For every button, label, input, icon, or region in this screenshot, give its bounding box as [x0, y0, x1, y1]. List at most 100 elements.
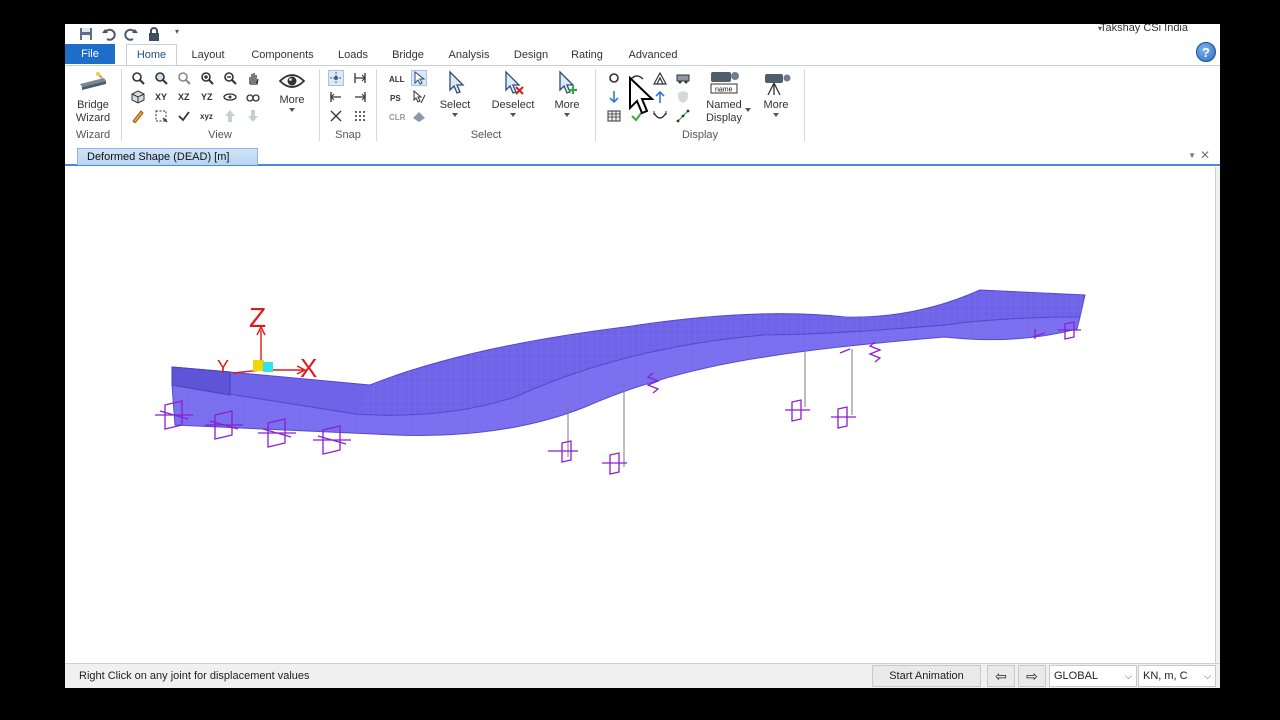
view-more-button[interactable]: More [272, 71, 312, 112]
bridge-wizard-label-2: Wizard [75, 112, 111, 124]
help-icon[interactable]: ? [1196, 42, 1216, 62]
perspective-icon[interactable] [245, 89, 261, 105]
rotate-3d-icon[interactable] [222, 89, 238, 105]
select-group: ALL PS CLR Select Deselect More Select [377, 66, 595, 143]
select-add-pointer-icon [559, 70, 577, 94]
redo-icon[interactable] [124, 27, 138, 41]
named-display-tag: name [715, 87, 733, 94]
camera-icon [765, 74, 791, 96]
snap-points-icon[interactable] [328, 70, 344, 86]
zoom-out-icon[interactable] [222, 70, 238, 86]
previous-selection-button[interactable]: PS [390, 94, 401, 103]
shield-icon[interactable] [675, 89, 691, 105]
chevron-down-icon: ⌵ [1125, 671, 1132, 681]
tab-list-chevron-icon[interactable]: ▼ [1188, 151, 1196, 160]
select-pointer-icon [449, 70, 465, 94]
zoom-extents-icon[interactable] [153, 70, 169, 86]
select-all-button[interactable]: ALL [389, 75, 405, 84]
tab-rating[interactable]: Rating [567, 47, 607, 65]
next-step-button[interactable]: ⇨ [1018, 665, 1046, 687]
tab-file[interactable]: File [65, 44, 115, 64]
eye-icon [278, 74, 306, 88]
select-label: Select [439, 99, 471, 111]
coordinate-system-select[interactable]: GLOBAL ⌵ [1049, 665, 1137, 687]
save-icon[interactable] [79, 27, 93, 41]
tables-icon[interactable] [606, 108, 622, 124]
move-up-icon[interactable] [222, 108, 238, 124]
snap-grid-icon[interactable] [352, 108, 368, 124]
undo-icon[interactable] [102, 27, 116, 41]
pointer-icon[interactable] [411, 70, 427, 86]
zoom-window-icon[interactable] [130, 70, 146, 86]
select-more-button[interactable]: More [549, 70, 585, 117]
snap-middle-icon[interactable] [328, 89, 344, 105]
tab-bridge[interactable]: Bridge [387, 47, 429, 65]
support-7 [785, 399, 810, 422]
tab-advanced[interactable]: Advanced [623, 47, 683, 65]
set-limits-icon[interactable]: xyz [199, 108, 215, 124]
select-by-icon[interactable] [411, 108, 427, 124]
qat-customize-icon[interactable]: ▾ [175, 27, 189, 41]
xz-view-button[interactable]: XZ [178, 92, 190, 102]
user-label[interactable]: Takshay CSi India [1100, 24, 1188, 34]
lock-icon[interactable] [147, 27, 161, 41]
named-display-chevron-icon[interactable] [745, 108, 751, 112]
axis-label-z: Z [249, 302, 266, 333]
tab-components[interactable]: Components [245, 47, 320, 65]
mouse-cursor-icon [629, 76, 655, 115]
display-more-button[interactable]: More [756, 70, 796, 117]
mode-shape-icon[interactable] [675, 108, 691, 124]
start-animation-button[interactable]: Start Animation [872, 665, 981, 687]
svg-text:xyz: xyz [200, 112, 213, 121]
check-icon[interactable] [176, 108, 192, 124]
load-arrows-icon[interactable] [606, 89, 622, 105]
clear-selection-button[interactable]: CLR [389, 113, 405, 122]
bridge-wizard-button[interactable]: Bridge Wizard [71, 72, 115, 125]
chevron-down-icon: ⌵ [1204, 671, 1211, 681]
intersecting-line-icon[interactable] [411, 89, 427, 105]
units-select[interactable]: KN, m, C ⌵ [1138, 665, 1216, 687]
tab-loads[interactable]: Loads [333, 47, 373, 65]
snap-intersections-icon[interactable] [328, 108, 344, 124]
3d-view-icon[interactable] [130, 89, 146, 105]
zoom-previous-icon[interactable] [176, 70, 192, 86]
status-bar: Right Click on any joint for displacemen… [65, 663, 1220, 688]
app-window: ▾ ▾ Takshay CSi India File Home Layout C… [65, 24, 1220, 688]
bridge-wizard-label-1: Bridge [77, 99, 109, 111]
group-label-view: View [208, 129, 232, 141]
group-label-display: Display [681, 129, 719, 141]
deselect-label: Deselect [491, 99, 535, 111]
yz-view-button[interactable]: YZ [201, 92, 213, 102]
chevron-down-icon [773, 113, 779, 117]
tab-home[interactable]: Home [126, 44, 177, 65]
move-down-icon[interactable] [245, 108, 261, 124]
viewport-scrollbar[interactable] [1216, 167, 1220, 664]
named-display-button[interactable]: name Named Display [702, 68, 746, 125]
previous-step-button[interactable]: ⇦ [987, 665, 1015, 687]
zoom-in-icon[interactable] [199, 70, 215, 86]
named-display-label-1: Named [706, 99, 742, 111]
support-6 [602, 452, 627, 475]
snap-ends-icon[interactable] [352, 70, 368, 86]
close-icon[interactable]: ✕ [1200, 148, 1210, 162]
chevron-down-icon [510, 113, 516, 117]
document-tab[interactable]: Deformed Shape (DEAD) [m] [77, 148, 258, 165]
deselect-button[interactable]: Deselect [489, 70, 537, 117]
snap-perp-icon[interactable] [352, 89, 368, 105]
view-group: XY XZ YZ xyz More View [122, 66, 318, 143]
bridge-model-view[interactable]: Z X Y [65, 167, 1216, 664]
pencil-icon[interactable] [130, 108, 146, 124]
xy-view-button[interactable]: XY [155, 92, 167, 102]
select-button[interactable]: Select [437, 70, 473, 117]
document-tab-bar: Deformed Shape (DEAD) [m] ▼ ✕ [65, 146, 1220, 166]
pan-icon[interactable] [245, 70, 261, 86]
tab-design[interactable]: Design [509, 47, 553, 65]
group-label-wizard: Wizard [75, 129, 111, 141]
shrink-objects-icon[interactable] [153, 108, 169, 124]
tab-layout[interactable]: Layout [187, 47, 229, 65]
joint-display-icon[interactable] [606, 70, 622, 86]
group-label-snap: Snap [335, 129, 361, 141]
vehicle-display-icon[interactable] [675, 70, 691, 86]
model-viewport[interactable]: Z X Y [65, 167, 1216, 664]
tab-analysis[interactable]: Analysis [445, 47, 493, 65]
